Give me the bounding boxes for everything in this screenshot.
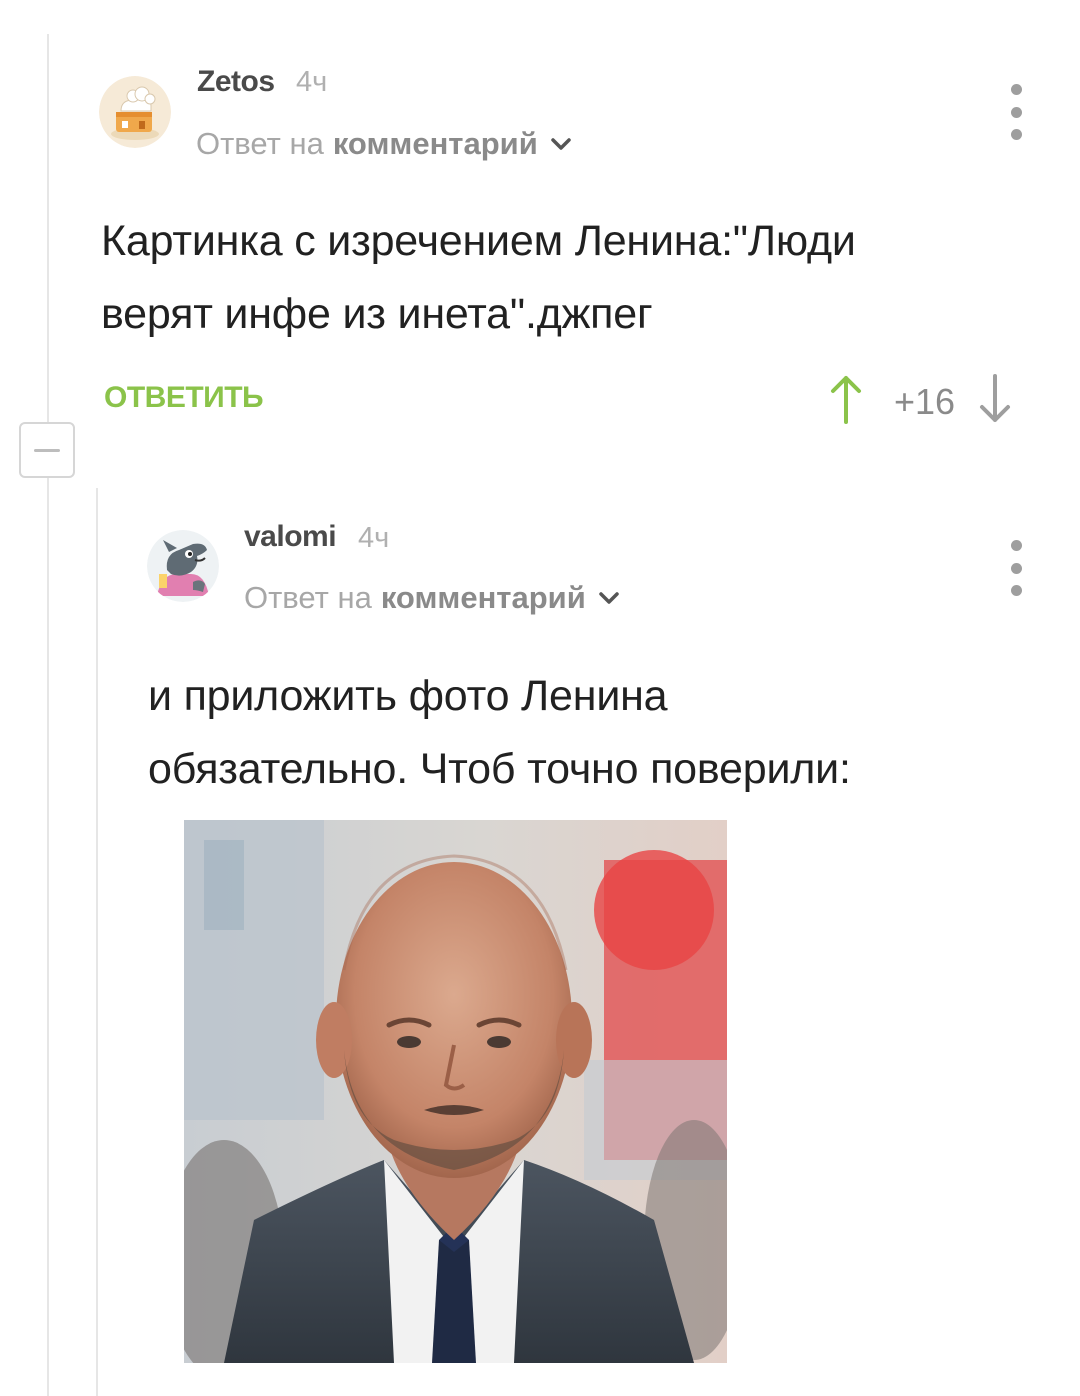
thread-line-root [47,34,49,1396]
more-options-icon[interactable] [1001,84,1031,140]
minus-icon [34,448,60,452]
reply-to-prefix: Ответ на [196,126,324,161]
vote-controls: +16 [828,373,1013,430]
chevron-down-icon[interactable] [598,591,620,605]
reply-button[interactable]: ОТВЕТИТЬ [104,381,264,415]
reply-to-link[interactable]: Ответ на комментарий [244,580,620,616]
comment-text-line: верят инфе из инета".джпег [101,290,653,338]
chevron-down-icon[interactable] [550,137,572,151]
reply-to-prefix: Ответ на [244,580,372,615]
comment-username[interactable]: Zetos [197,65,275,99]
arrow-up-icon[interactable] [828,373,864,430]
comment-text-line: обязательно. Чтоб точно поверили: [148,745,851,793]
rating-score: +16 [894,380,956,422]
avatar-zetos[interactable] [99,76,171,148]
comment-time: 4ч [358,522,390,554]
reply-to-link[interactable]: Ответ на комментарий [196,126,572,162]
comment-username[interactable]: valomi [244,520,337,554]
comment-text-line: Картинка с изречением Ленина:"Люди [101,217,856,265]
more-options-icon[interactable] [1001,540,1031,596]
comment-body: и приложить фото Ленина обязательно. Что… [148,660,851,806]
thread-line-nested [96,488,98,1396]
reply-to-comment-link[interactable]: комментарий [381,580,586,616]
collapse-thread-button[interactable] [19,422,75,478]
comment-text-line: и приложить фото Ленина [148,672,668,720]
comment-time: 4ч [296,66,328,98]
photo-man-portrait [184,820,727,1363]
comment-image-attachment[interactable] [184,820,727,1363]
chef-house-avatar-icon [99,76,171,148]
wolf-cartoon-avatar-icon [147,530,219,602]
arrow-down-icon[interactable] [977,373,1013,430]
reply-to-comment-link[interactable]: комментарий [333,126,538,162]
avatar-valomi[interactable] [147,530,219,602]
comment-body: Картинка с изречением Ленина:"Люди верят… [101,205,856,351]
